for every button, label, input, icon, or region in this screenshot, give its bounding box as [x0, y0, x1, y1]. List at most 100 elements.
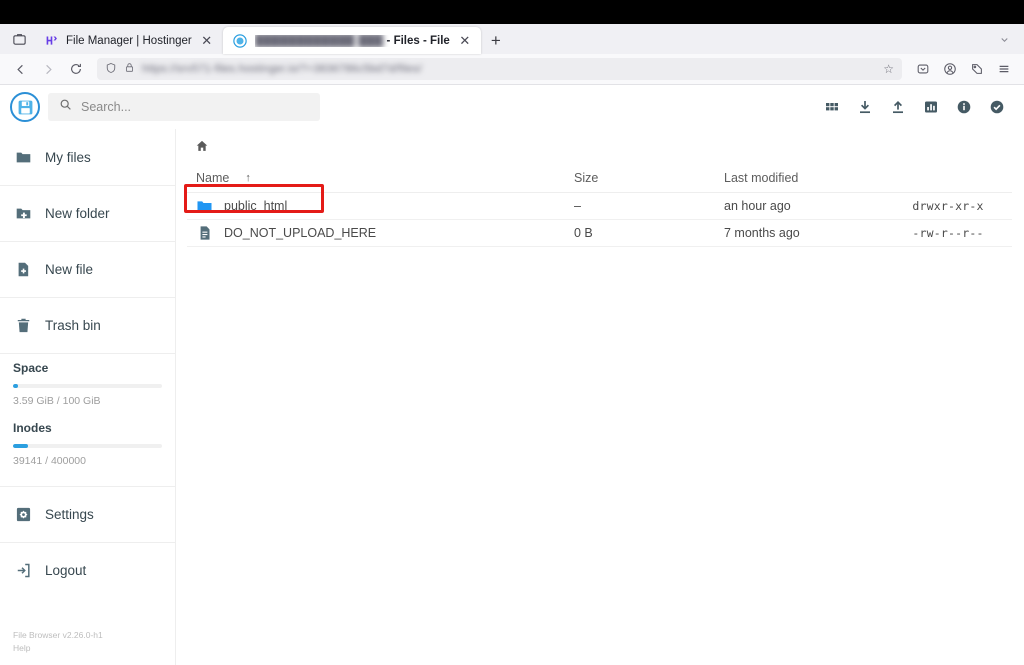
info-stats-icon[interactable]	[921, 98, 940, 117]
divider	[0, 353, 175, 354]
gear-icon	[14, 506, 32, 524]
star-icon[interactable]: ☆	[883, 62, 894, 76]
pocket-icon[interactable]	[910, 56, 936, 82]
reload-icon[interactable]	[63, 56, 89, 82]
account-icon[interactable]	[937, 56, 963, 82]
row-name-cell[interactable]: DO_NOT_UPLOAD_HERE	[196, 225, 574, 242]
row-name-label: DO_NOT_UPLOAD_HERE	[224, 226, 377, 240]
table-row[interactable]: public_html – an hour ago drwxr-xr-x	[184, 184, 1012, 220]
column-header-last-modified[interactable]: Last modified	[724, 171, 884, 185]
space-meter-fill	[13, 384, 19, 388]
sidebar-footer: File Browser v2.26.0-h1 Help	[0, 629, 175, 665]
menu-icon[interactable]	[991, 56, 1017, 82]
row-modified: an hour ago	[724, 199, 791, 213]
floppy-disk-logo[interactable]	[10, 92, 40, 122]
folder-icon-blue	[196, 198, 213, 215]
sidebar-item-label: New file	[45, 262, 94, 277]
logout-icon	[14, 562, 32, 580]
table-header: Name ↑ Size Last modified	[187, 163, 1012, 193]
tab-list-icon[interactable]	[4, 25, 34, 53]
sidebar-item-new-file[interactable]: New file	[0, 249, 175, 290]
column-header-name-label: Name	[196, 170, 230, 185]
file-browser-app: Search... My files New folder New file T…	[0, 85, 1024, 665]
row-name-label: public_html	[224, 199, 288, 213]
arrow-right-icon[interactable]	[35, 56, 61, 82]
url-text: https://srv571-files.hostinger.io/?=3836…	[142, 63, 422, 75]
inodes-meter-value: 39141 / 400000	[13, 455, 86, 467]
table-row[interactable]: DO_NOT_UPLOAD_HERE 0 B 7 months ago -rw-…	[187, 220, 1012, 247]
file-table: Name ↑ Size Last modified public_html –	[184, 163, 1012, 247]
sidebar-item-label: New folder	[45, 206, 110, 221]
inodes-meter: Inodes 39141 / 400000	[0, 421, 175, 467]
filebrowser-favicon	[233, 33, 248, 48]
browser-tab-bar: File Manager | Hostinger ✕ ████████████ …	[0, 24, 1024, 54]
browser-tab-2[interactable]: ████████████ ███ - Files - File ✕	[222, 27, 481, 54]
browser-tab-1[interactable]: File Manager | Hostinger ✕	[34, 27, 223, 54]
search-input[interactable]: Search...	[81, 100, 131, 114]
extensions-icon[interactable]	[964, 56, 990, 82]
select-multiple-icon[interactable]	[987, 98, 1006, 117]
url-bar[interactable]: https://srv571-files.hostinger.io/?=3836…	[97, 58, 902, 80]
inodes-meter-label: Inodes	[13, 421, 52, 435]
tab-title: File Manager | Hostinger	[66, 34, 192, 47]
sidebar-item-my-files[interactable]: My files	[0, 137, 175, 178]
row-modified: 7 months ago	[724, 226, 800, 240]
sidebar-item-settings[interactable]: Settings	[0, 494, 175, 535]
content-area: Name ↑ Size Last modified public_html –	[176, 129, 1024, 665]
file-plus-icon	[14, 261, 32, 279]
download-icon[interactable]	[855, 98, 874, 117]
breadcrumb	[187, 129, 1012, 163]
padlock-icon[interactable]	[124, 62, 135, 76]
row-name-cell[interactable]: public_html	[196, 198, 574, 215]
close-icon[interactable]: ✕	[199, 33, 215, 49]
sidebar-item-label: My files	[45, 150, 91, 165]
header-actions	[822, 98, 1012, 117]
space-meter-value: 3.59 GiB / 100 GiB	[13, 395, 101, 407]
new-tab-button[interactable]: +	[481, 27, 511, 54]
arrow-left-icon[interactable]	[7, 56, 33, 82]
divider	[0, 185, 175, 186]
info-icon[interactable]	[954, 98, 973, 117]
row-size: 0 B	[574, 226, 593, 240]
divider	[0, 542, 175, 543]
space-meter-track	[13, 384, 162, 388]
inodes-meter-track	[13, 444, 162, 448]
sidebar-item-label: Trash bin	[45, 318, 101, 333]
row-permissions: -rw-r--r--	[912, 226, 984, 240]
folder-icon	[14, 149, 32, 167]
upload-icon[interactable]	[888, 98, 907, 117]
row-permissions: drwxr-xr-x	[912, 199, 984, 213]
home-icon[interactable]	[194, 139, 209, 154]
help-link[interactable]: Help	[13, 642, 175, 655]
sidebar: My files New folder New file Trash bin S…	[0, 129, 176, 665]
sidebar-item-label: Settings	[45, 507, 94, 522]
tab-title-redacted: ████████████ ███	[254, 34, 384, 47]
divider	[0, 241, 175, 242]
file-icon	[196, 225, 213, 242]
browser-nav-bar: https://srv571-files.hostinger.io/?=3836…	[0, 54, 1024, 85]
row-size: –	[574, 199, 581, 213]
inodes-meter-fill	[13, 444, 28, 448]
sidebar-item-trash-bin[interactable]: Trash bin	[0, 305, 175, 346]
space-meter-label: Space	[13, 361, 49, 375]
column-header-size[interactable]: Size	[574, 171, 724, 185]
hostinger-favicon	[44, 33, 59, 48]
search-bar[interactable]: Search...	[48, 93, 320, 121]
column-header-name[interactable]: Name ↑	[196, 171, 574, 185]
tab-title-suffix: - Files - File	[386, 34, 450, 47]
divider	[0, 486, 175, 487]
sidebar-item-new-folder[interactable]: New folder	[0, 193, 175, 234]
switch-view-icon[interactable]	[822, 98, 841, 117]
divider	[0, 297, 175, 298]
chevron-down-icon[interactable]	[992, 28, 1016, 50]
tab-title: ████████████ ███ - Files - File	[255, 35, 450, 47]
shield-icon[interactable]	[105, 62, 117, 77]
version-label: File Browser v2.26.0-h1	[13, 629, 103, 640]
space-meter: Space 3.59 GiB / 100 GiB	[0, 361, 175, 407]
search-icon	[59, 98, 72, 116]
sidebar-item-label: Logout	[45, 563, 87, 578]
sidebar-item-logout[interactable]: Logout	[0, 550, 175, 591]
app-body: My files New folder New file Trash bin S…	[0, 129, 1024, 665]
os-titlebar	[0, 0, 1024, 24]
close-icon[interactable]: ✕	[457, 33, 473, 49]
